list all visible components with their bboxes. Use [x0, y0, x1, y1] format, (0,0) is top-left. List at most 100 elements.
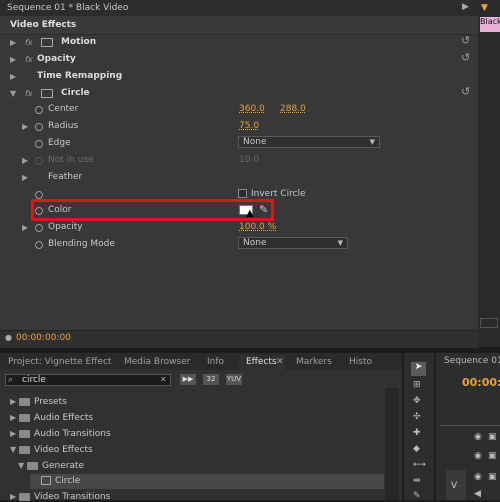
tree-audio-effects[interactable]: ▶ Audio Effects	[10, 413, 93, 423]
expand-motion-icon[interactable]: ▶	[10, 38, 16, 47]
tab-history[interactable]: Histo	[349, 357, 372, 367]
rolling-edit-tool-icon[interactable]: ✣	[413, 412, 421, 422]
stopwatch-icon[interactable]	[35, 123, 43, 131]
center-x-value[interactable]: 360.0	[239, 104, 265, 114]
transform-icon	[41, 89, 53, 98]
expand-feather-icon[interactable]: ▶	[22, 173, 28, 182]
tab-media-browser[interactable]: Media Browser	[124, 357, 190, 367]
search-value: circle	[22, 375, 46, 385]
slide-tool-icon[interactable]: ⇹	[413, 476, 421, 486]
not-in-use-label: Not in use	[48, 155, 94, 165]
expand-icon: ▶	[10, 429, 17, 438]
blending-dropdown-value: None	[243, 238, 267, 248]
blending-mode-dropdown[interactable]: None ▼	[238, 237, 348, 249]
effects-scrollbar[interactable]	[385, 388, 399, 500]
sequence-timecode[interactable]: 00:00:0	[462, 376, 500, 389]
close-icon[interactable]: ✕	[276, 357, 284, 367]
tree-label: Audio Effects	[34, 413, 94, 423]
track-select-tool-icon[interactable]: ⊞	[413, 380, 421, 390]
folder-icon	[19, 413, 31, 422]
stopwatch-icon[interactable]	[35, 140, 43, 148]
edge-dropdown[interactable]: None ▼	[238, 136, 380, 148]
sequence-tab[interactable]: Sequence 01	[444, 356, 500, 366]
circle-opacity-label: Opacity	[48, 222, 83, 232]
tree-label: Circle	[55, 476, 81, 486]
edge-dropdown-value: None	[243, 137, 267, 147]
folder-icon	[19, 397, 31, 406]
tree-selected-row	[30, 474, 384, 489]
chevron-right-icon[interactable]: ▶	[462, 2, 469, 12]
reset-circle-icon[interactable]: ↺	[461, 85, 470, 98]
transform-icon	[41, 38, 53, 47]
track-label: V	[451, 481, 458, 491]
blending-mode-label: Blending Mode	[48, 239, 115, 249]
expand-not-in-use-icon: ▶	[22, 156, 29, 165]
rate-stretch-tool-icon[interactable]: ✚	[413, 428, 421, 438]
tab-info[interactable]: Info	[207, 357, 224, 367]
chevron-down-icon: ▼	[369, 138, 375, 146]
current-timecode[interactable]: 00:00:00:00	[16, 333, 71, 343]
radius-value[interactable]: 75.0	[239, 121, 259, 131]
tree-generate[interactable]: ▼ Generate	[18, 461, 84, 471]
eye-icon[interactable]: ◉	[474, 432, 482, 442]
black-video-clip[interactable]: Black	[480, 17, 500, 32]
ripple-edit-tool-icon[interactable]: ✥	[413, 396, 421, 406]
video-effects-label: Video Effects	[10, 20, 77, 30]
reset-motion-icon[interactable]: ↺	[461, 34, 470, 47]
center-y-value[interactable]: 288.0	[280, 104, 306, 114]
stopwatch-icon[interactable]	[35, 106, 43, 114]
slip-tool-icon[interactable]: ⟷	[413, 460, 426, 470]
tree-label: Video Effects	[34, 445, 93, 455]
reset-opacity-icon[interactable]: ↺	[461, 51, 470, 64]
yuv-effects-icon[interactable]: YUV	[226, 374, 242, 385]
circle-opacity-value[interactable]: 100.0 %	[239, 222, 276, 232]
lock-icon[interactable]: ▣	[488, 451, 497, 461]
selection-tool-icon[interactable]: ➤	[411, 362, 426, 376]
playhead-icon[interactable]: ▼	[481, 3, 488, 13]
folder-icon	[27, 461, 39, 470]
folder-icon	[19, 429, 31, 438]
invert-circle-checkbox[interactable]	[238, 189, 247, 198]
feather-label: Feather	[48, 172, 83, 182]
tree-video-effects[interactable]: ▼ Video Effects	[10, 445, 93, 455]
stopwatch-icon	[35, 157, 43, 165]
stopwatch-icon[interactable]	[35, 241, 43, 249]
stopwatch-icon[interactable]	[35, 191, 43, 199]
collapse-circle-icon[interactable]: ▼	[10, 89, 16, 98]
mini-timeline[interactable]	[478, 0, 500, 347]
center-label: Center	[48, 104, 79, 114]
collapse-icon: ▼	[10, 445, 17, 454]
motion-label: Motion	[61, 37, 97, 47]
tab-project[interactable]: Project: Vignette Effect	[8, 357, 111, 367]
circle-effect-label: Circle	[61, 88, 90, 98]
eye-icon[interactable]: ◉	[474, 472, 482, 482]
clear-search-icon[interactable]: ✕	[160, 375, 167, 384]
fx-toggle-icon[interactable]: fx	[25, 55, 33, 64]
fx-toggle-icon[interactable]: fx	[25, 89, 33, 98]
tree-audio-transitions[interactable]: ▶ Audio Transitions	[10, 429, 111, 439]
tree-presets[interactable]: ▶ Presets	[10, 397, 67, 407]
expand-time-remap-icon[interactable]: ▶	[10, 72, 16, 81]
tree-circle[interactable]: Circle	[41, 476, 80, 486]
tree-video-transitions[interactable]: ▶ Video Transitions	[10, 492, 110, 502]
expand-opacity-icon[interactable]: ▶	[22, 223, 28, 232]
play-icon[interactable]: ●	[5, 333, 12, 342]
zoom-scrollbar[interactable]	[480, 318, 498, 328]
expand-radius-icon[interactable]: ▶	[22, 122, 28, 131]
stopwatch-icon[interactable]	[35, 224, 43, 232]
tab-markers[interactable]: Markers	[296, 357, 332, 367]
highlight-box	[31, 199, 274, 221]
tree-label: Video Transitions	[34, 492, 111, 502]
expand-opacity-icon[interactable]: ▶	[10, 55, 16, 64]
fx-toggle-icon[interactable]: fx	[25, 38, 33, 47]
accelerated-effects-icon[interactable]: ▶▶	[180, 374, 196, 385]
tree-label: Presets	[34, 397, 67, 407]
lock-icon[interactable]: ▣	[488, 432, 497, 442]
tab-effects[interactable]: Effects	[246, 357, 277, 367]
32bit-effects-icon[interactable]: 32	[203, 374, 219, 385]
lock-icon[interactable]: ▣	[488, 472, 497, 482]
razor-tool-icon[interactable]: ◆	[413, 444, 420, 454]
speaker-icon[interactable]: ◀	[474, 489, 481, 499]
eye-icon[interactable]: ◉	[474, 451, 482, 461]
expand-icon: ▶	[10, 413, 17, 422]
